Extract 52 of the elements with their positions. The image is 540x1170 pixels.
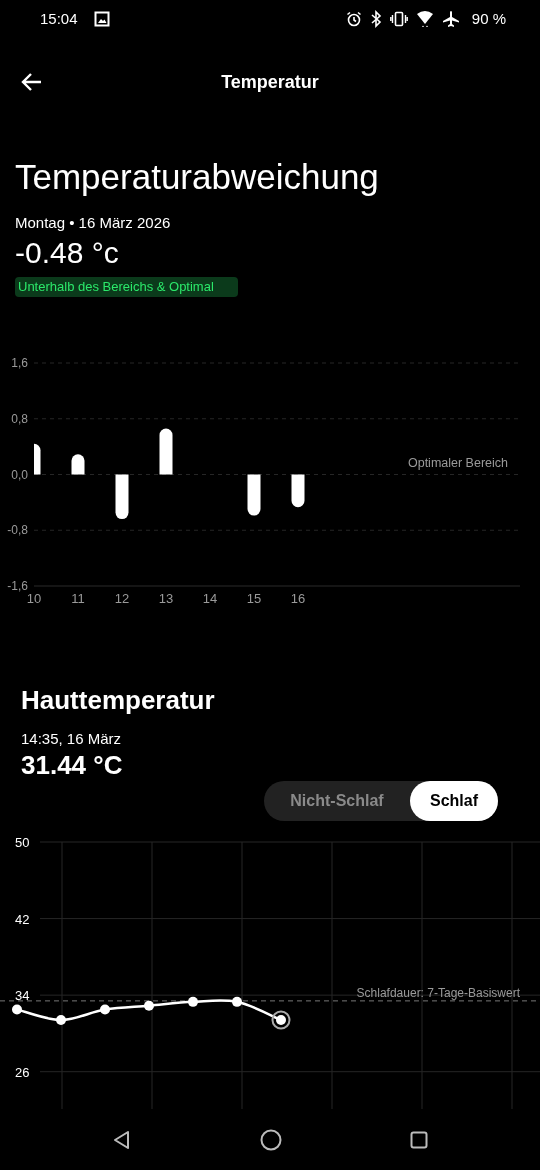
image-icon <box>93 11 110 27</box>
bar <box>115 474 129 520</box>
data-point <box>232 996 242 1007</box>
recents-nav-button[interactable] <box>410 1131 428 1149</box>
bar <box>159 428 173 475</box>
data-point <box>56 1015 66 1026</box>
deviation-value: -0.48 °c <box>15 235 120 271</box>
back-nav-button[interactable] <box>112 1130 132 1150</box>
selected-data-point[interactable] <box>271 1010 291 1030</box>
screen-title: Temperatur <box>221 70 319 94</box>
data-point <box>188 996 198 1007</box>
axis-label: 12 <box>114 591 130 606</box>
axis-label: -1,6 <box>7 579 28 593</box>
axis-label: 13 <box>158 591 174 606</box>
data-point <box>12 1004 22 1015</box>
skin-temperature-value: 31.44 °C <box>21 750 124 780</box>
axis-label: 26 <box>15 1064 30 1080</box>
section-title: Temperaturabweichung <box>15 156 380 198</box>
axis-label: 42 <box>15 911 30 927</box>
axis-label: 0,0 <box>11 467 28 482</box>
toggle-option[interactable]: Schlaf <box>410 781 498 821</box>
vibrate-icon <box>389 11 408 27</box>
section-title: Hauttemperatur <box>21 684 216 716</box>
axis-label: -0,8 <box>7 523 28 538</box>
bluetooth-icon <box>369 10 382 28</box>
date-text: Montag • 16 März 2026 <box>15 213 172 233</box>
toggle-option[interactable]: Nicht-Schlaf <box>264 781 410 821</box>
timestamp-text: 14:35, 16 März <box>21 729 123 749</box>
bar <box>34 443 41 475</box>
axis-label: 11 <box>71 591 85 606</box>
axis-label: 0,8 <box>11 411 28 426</box>
axis-label: 14 <box>202 591 218 606</box>
axis-label: 15 <box>246 591 262 606</box>
data-point <box>144 1000 154 1011</box>
bar <box>247 474 261 516</box>
bar <box>291 474 305 508</box>
airplane-icon <box>441 10 460 28</box>
axis-label: 50 <box>15 835 30 850</box>
range-label: Optimaler Bereich <box>407 455 508 470</box>
baseline-label: Schlafdauer: 7-Tage-Basiswert <box>356 985 520 1000</box>
axis-label: 34 <box>15 988 30 1004</box>
status-tag: Unterhalb des Bereichs & Optimal <box>15 277 238 297</box>
alarm-clock-icon <box>345 11 362 27</box>
wifi-icon <box>415 10 434 28</box>
axis-label: 10 <box>26 591 42 606</box>
axis-label: 16 <box>290 591 306 606</box>
data-point <box>100 1004 110 1015</box>
status-time: 15:04 <box>40 8 78 29</box>
axis-label: 1,6 <box>11 356 28 370</box>
bar <box>71 454 85 475</box>
battery-percentage: 90 % <box>471 8 506 29</box>
home-nav-button[interactable] <box>260 1129 282 1151</box>
